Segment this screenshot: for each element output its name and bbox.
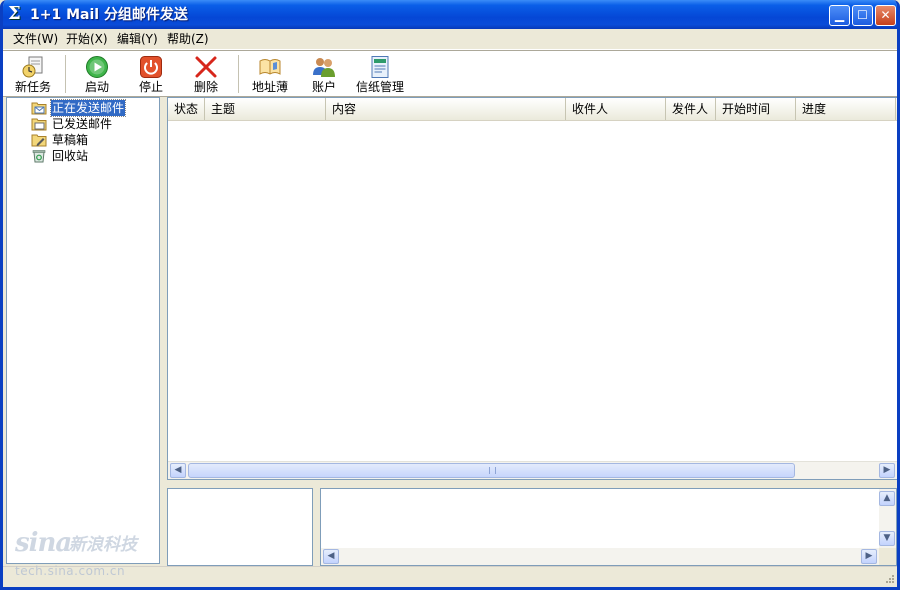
chevron-left-icon: ◀ xyxy=(174,465,182,475)
sina-logo: sina xyxy=(15,528,72,558)
maximize-button[interactable]: ☐ xyxy=(852,5,873,26)
menu-edit[interactable]: 编辑(Y) xyxy=(115,31,160,47)
chevron-up-icon: ▲ xyxy=(883,493,891,503)
menu-file[interactable]: 文件(W) xyxy=(11,31,60,47)
scroll-left-button[interactable]: ◀ xyxy=(323,549,339,564)
menu-start[interactable]: 开始(X) xyxy=(64,31,110,47)
maximize-icon: ☐ xyxy=(857,8,868,22)
horizontal-splitter[interactable] xyxy=(167,480,897,487)
mail-task-list[interactable]: 状态 主题 内容 收件人 发件人 开始时间 进度 ◀ ▶ xyxy=(167,97,897,480)
vertical-splitter[interactable] xyxy=(160,97,166,564)
chevron-right-icon: ▶ xyxy=(865,551,873,561)
column-progress[interactable]: 进度 xyxy=(796,98,896,120)
tree-item-label: 已发送邮件 xyxy=(52,117,113,131)
menu-bar: 文件(W) 开始(X) 编辑(Y) 帮助(Z) xyxy=(3,29,897,50)
toolbar-separator xyxy=(65,55,67,93)
chevron-down-icon: ▼ xyxy=(883,533,891,543)
stationery-button[interactable]: 信纸管理 xyxy=(353,53,407,94)
start-button[interactable]: 启动 xyxy=(77,53,117,94)
minimize-icon: ▁ xyxy=(834,8,845,22)
stationery-label: 信纸管理 xyxy=(355,80,404,94)
tree-item-label: 正在发送邮件 xyxy=(49,99,127,117)
delete-label: 删除 xyxy=(193,80,218,94)
address-book-button[interactable]: 地址薄 xyxy=(248,53,292,94)
column-sender[interactable]: 发件人 xyxy=(666,98,716,120)
sina-watermark: sina 新浪科技 tech.sina.com.cn xyxy=(15,528,155,580)
stop-label: 停止 xyxy=(138,80,163,94)
column-content[interactable]: 内容 xyxy=(326,98,566,120)
scroll-up-button[interactable]: ▲ xyxy=(879,491,895,506)
scroll-down-button[interactable]: ▼ xyxy=(879,531,895,546)
detail-preview-pane[interactable]: ▲ ▼ ◀ ▶ xyxy=(320,488,897,566)
menu-help[interactable]: 帮助(Z) xyxy=(165,31,211,47)
grip-icon xyxy=(488,467,496,474)
scroll-corner xyxy=(879,548,896,565)
list-header: 状态 主题 内容 收件人 发件人 开始时间 进度 xyxy=(168,98,897,121)
list-horizontal-scrollbar[interactable]: ◀ ▶ xyxy=(168,461,897,479)
window-title: 1+1 Mail 分组邮件发送 xyxy=(30,7,188,23)
minimize-button[interactable]: ▁ xyxy=(829,5,850,26)
close-icon: ✕ xyxy=(880,8,891,22)
delete-button[interactable]: 删除 xyxy=(186,53,226,94)
new-task-icon xyxy=(22,56,43,78)
tree-item-label: 回收站 xyxy=(52,149,89,163)
chevron-right-icon: ▶ xyxy=(883,465,891,475)
scroll-right-button[interactable]: ▶ xyxy=(879,463,895,478)
app-window: Σ 1+1 Mail 分组邮件发送 ▁ ☐ ✕ 文件(W) 开始(X) 编辑(Y… xyxy=(0,0,900,590)
drafts-folder-icon xyxy=(31,134,47,147)
close-button[interactable]: ✕ xyxy=(875,5,896,26)
outbox-folder-icon xyxy=(31,102,47,115)
toolbar: 新任务 启动 停止 删除 地址薄 账户 信纸管理 xyxy=(3,50,897,97)
preview-horizontal-scrollbar[interactable]: ◀ ▶ xyxy=(321,548,879,565)
sent-folder-icon xyxy=(31,118,47,131)
start-label: 启动 xyxy=(84,80,109,94)
stationery-icon xyxy=(371,56,389,78)
column-start-time[interactable]: 开始时间 xyxy=(716,98,796,120)
stop-button[interactable]: 停止 xyxy=(131,53,171,94)
power-icon xyxy=(140,56,162,78)
column-subject[interactable]: 主题 xyxy=(205,98,326,120)
watermark-cn-text: 新浪科技 xyxy=(69,535,137,555)
scroll-left-button[interactable]: ◀ xyxy=(170,463,186,478)
new-task-label: 新任务 xyxy=(14,80,51,94)
new-task-button[interactable]: 新任务 xyxy=(11,53,55,94)
tree-item-label: 草稿箱 xyxy=(52,133,89,147)
watermark-url: tech.sina.com.cn xyxy=(15,564,126,578)
scroll-right-button[interactable]: ▶ xyxy=(861,549,877,564)
address-book-label: 地址薄 xyxy=(251,80,288,94)
recycle-bin-icon xyxy=(32,150,46,163)
preview-vertical-scrollbar[interactable]: ▲ ▼ xyxy=(879,489,896,548)
play-icon xyxy=(86,56,108,78)
account-label: 账户 xyxy=(311,80,336,94)
toolbar-separator xyxy=(238,55,240,93)
delete-x-icon xyxy=(195,56,217,78)
column-status[interactable]: 状态 xyxy=(168,98,205,120)
title-bar[interactable]: Σ 1+1 Mail 分组邮件发送 ▁ ☐ ✕ xyxy=(3,0,897,29)
scroll-thumb[interactable] xyxy=(188,463,795,478)
resize-grip-icon[interactable] xyxy=(883,574,895,586)
sigma-app-icon[interactable]: Σ xyxy=(8,5,26,23)
detail-left-pane[interactable] xyxy=(167,488,313,566)
column-recipient[interactable]: 收件人 xyxy=(566,98,666,120)
users-icon xyxy=(313,58,335,77)
address-book-icon xyxy=(259,59,281,75)
folder-tree[interactable]: 正在发送邮件 已发送邮件 草稿箱 回收站 xyxy=(6,97,160,564)
account-button[interactable]: 账户 xyxy=(305,53,343,94)
chevron-left-icon: ◀ xyxy=(327,551,335,561)
